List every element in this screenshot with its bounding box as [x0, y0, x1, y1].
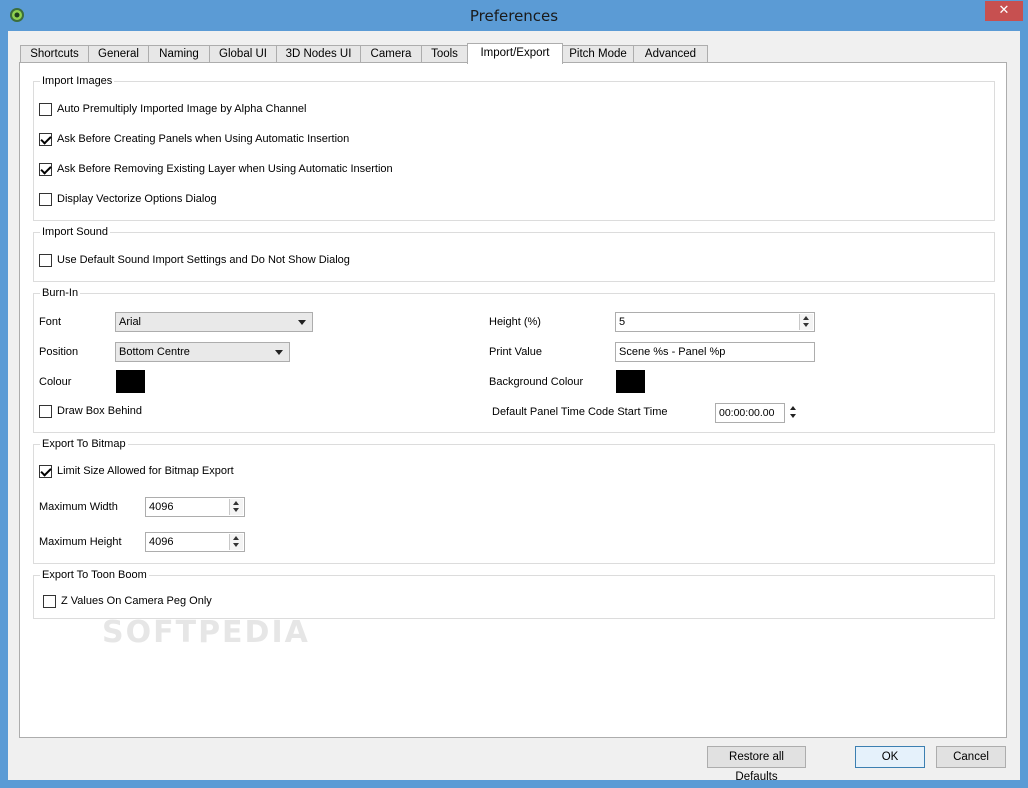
export-toonboom-title: Export To Toon Boom — [40, 569, 149, 581]
max-width-label: Maximum Width — [39, 501, 118, 513]
ok-button[interactable]: OK — [855, 746, 925, 768]
ask-creating-panels-checkbox[interactable] — [39, 133, 52, 146]
spin-arrows-icon[interactable] — [229, 499, 243, 515]
ask-removing-layer-checkbox[interactable] — [39, 163, 52, 176]
position-value: Bottom Centre — [119, 346, 190, 358]
tab-tools[interactable]: Tools — [421, 45, 468, 63]
import-sound-group: Import Sound Use Default Sound Import Se… — [33, 226, 995, 282]
window-title: Preferences — [469, 7, 559, 25]
default-sound-checkbox[interactable] — [39, 254, 52, 267]
close-button[interactable]: ✕ — [985, 1, 1023, 21]
restore-defaults-button[interactable]: Restore all Defaults — [707, 746, 806, 783]
import-sound-title: Import Sound — [40, 226, 111, 238]
position-combo[interactable]: Bottom Centre — [115, 342, 290, 362]
ask-creating-panels-label: Ask Before Creating Panels when Using Au… — [57, 133, 350, 145]
tab-pitch-mode[interactable]: Pitch Mode — [562, 45, 634, 63]
chevron-down-icon — [275, 350, 283, 355]
default-sound-label: Use Default Sound Import Settings and Do… — [57, 254, 350, 266]
draw-box-label: Draw Box Behind — [57, 405, 142, 417]
z-values-label: Z Values On Camera Peg Only — [61, 595, 212, 607]
preferences-window: Preferences ✕ Shortcuts General Naming G… — [0, 0, 1028, 788]
burn-in-title: Burn-In — [40, 287, 81, 299]
background-colour-label: Background Colour — [489, 376, 584, 388]
premultiply-label: Auto Premultiply Imported Image by Alpha… — [57, 103, 307, 115]
vectorize-dialog-checkbox[interactable] — [39, 193, 52, 206]
tab-3d-nodes-ui[interactable]: 3D Nodes UI — [276, 45, 361, 63]
export-bitmap-group: Export To Bitmap Limit Size Allowed for … — [33, 438, 995, 564]
spin-arrows-icon[interactable] — [229, 534, 243, 550]
tab-import-export[interactable]: Import/Export — [467, 43, 563, 64]
max-width-spinbox[interactable]: 4096 — [145, 497, 245, 517]
premultiply-checkbox[interactable] — [39, 103, 52, 116]
chevron-down-icon — [298, 320, 306, 325]
tab-global-ui[interactable]: Global UI — [209, 45, 277, 63]
timecode-input[interactable]: 00:00:00.00 — [715, 403, 785, 423]
tab-naming[interactable]: Naming — [148, 45, 210, 63]
title-bar[interactable]: Preferences ✕ — [0, 0, 1028, 31]
tab-advanced[interactable]: Advanced — [633, 45, 708, 63]
colour-swatch[interactable] — [116, 370, 145, 393]
tab-camera[interactable]: Camera — [360, 45, 422, 63]
burn-in-group: Burn-In Font Arial Position Bottom Centr… — [33, 287, 995, 433]
max-height-label: Maximum Height — [39, 536, 122, 548]
max-height-spinbox[interactable]: 4096 — [145, 532, 245, 552]
position-label: Position — [39, 346, 79, 358]
print-value-label: Print Value — [489, 346, 542, 358]
font-value: Arial — [119, 316, 142, 328]
export-toonboom-group: Export To Toon Boom Z Values On Camera P… — [33, 569, 995, 619]
import-images-group: Import Images Auto Premultiply Imported … — [33, 75, 995, 221]
cancel-button[interactable]: Cancel — [936, 746, 1006, 768]
watermark: SOFTPEDIA — [102, 615, 310, 650]
tab-shortcuts[interactable]: Shortcuts — [20, 45, 89, 63]
limit-size-checkbox[interactable] — [39, 465, 52, 478]
import-export-pane: SOFTPEDIA Import Images Auto Premultiply… — [19, 62, 1007, 738]
ask-removing-layer-label: Ask Before Removing Existing Layer when … — [57, 163, 393, 175]
max-width-value: 4096 — [149, 501, 174, 513]
z-values-checkbox[interactable] — [43, 595, 56, 608]
dialog-body: Shortcuts General Naming Global UI 3D No… — [8, 31, 1020, 783]
timecode-label: Default Panel Time Code Start Time — [492, 406, 668, 418]
limit-size-label: Limit Size Allowed for Bitmap Export — [57, 465, 234, 477]
vectorize-dialog-label: Display Vectorize Options Dialog — [57, 193, 217, 205]
colour-label: Colour — [39, 376, 72, 388]
timecode-spin-icon[interactable] — [789, 405, 797, 419]
print-value-input[interactable]: Scene %s - Panel %p — [615, 342, 815, 362]
font-combo[interactable]: Arial — [115, 312, 313, 332]
export-bitmap-title: Export To Bitmap — [40, 438, 128, 450]
draw-box-checkbox[interactable] — [39, 405, 52, 418]
import-images-title: Import Images — [40, 75, 115, 87]
height-spinbox[interactable]: 5 — [615, 312, 815, 332]
background-colour-swatch[interactable] — [616, 370, 645, 393]
font-label: Font — [39, 316, 62, 328]
height-label: Height (%) — [489, 316, 541, 328]
max-height-value: 4096 — [149, 536, 174, 548]
height-value: 5 — [619, 316, 626, 328]
spin-arrows-icon[interactable] — [799, 314, 813, 330]
tab-general[interactable]: General — [88, 45, 149, 63]
